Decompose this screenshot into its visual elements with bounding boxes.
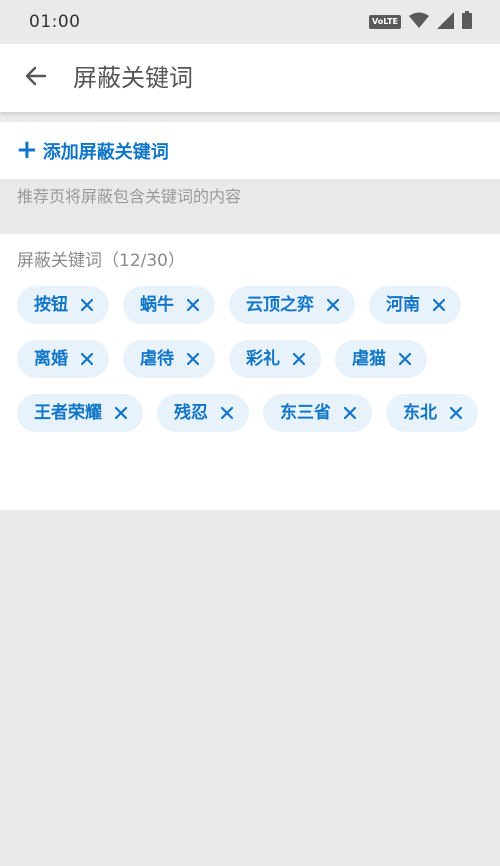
status-bar: 01:00 VoLTE <box>0 0 500 44</box>
close-icon <box>187 299 199 311</box>
page-title: 屏蔽关键词 <box>73 64 193 92</box>
keyword-chip: 虐待 <box>123 340 215 378</box>
keyword-chip: 王者荣耀 <box>17 394 143 432</box>
remove-keyword-button[interactable] <box>397 351 413 367</box>
keyword-chip: 东三省 <box>263 394 372 432</box>
remove-keyword-button[interactable] <box>325 297 341 313</box>
keyword-chip: 蜗牛 <box>123 286 215 324</box>
keyword-label: 云顶之弈 <box>246 295 314 315</box>
close-icon <box>293 353 305 365</box>
status-time: 01:00 <box>29 12 81 32</box>
remove-keyword-button[interactable] <box>342 405 358 421</box>
keyword-row: 王者荣耀 残忍 东三省 东北 <box>17 394 478 432</box>
remove-keyword-button[interactable] <box>113 405 129 421</box>
remove-keyword-button[interactable] <box>448 405 464 421</box>
close-icon <box>187 353 199 365</box>
keyword-label: 彩礼 <box>246 349 280 369</box>
add-keyword-section: + 添加屏蔽关键词 <box>0 122 500 179</box>
remove-keyword-button[interactable] <box>79 351 95 367</box>
keyword-chip: 东北 <box>386 394 478 432</box>
keyword-label: 河南 <box>386 295 420 315</box>
keyword-chip: 河南 <box>369 286 461 324</box>
keyword-label: 蜗牛 <box>140 295 174 315</box>
keyword-chip: 彩礼 <box>229 340 321 378</box>
keyword-label: 虐待 <box>140 349 174 369</box>
keyword-row: 按钮 蜗牛 云顶之弈 河南 <box>17 286 461 324</box>
close-icon <box>327 299 339 311</box>
close-icon <box>450 407 462 419</box>
hint-text: 推荐页将屏蔽包含关键词的内容 <box>17 187 242 206</box>
remove-keyword-button[interactable] <box>185 297 201 313</box>
close-icon <box>81 299 93 311</box>
close-icon <box>221 407 233 419</box>
close-icon <box>433 299 445 311</box>
keyword-row: 离婚 虐待 彩礼 虐猫 <box>17 340 427 378</box>
signal-icon <box>437 11 454 33</box>
wifi-icon <box>409 12 429 32</box>
keyword-chip: 虐猫 <box>335 340 427 378</box>
remove-keyword-button[interactable] <box>291 351 307 367</box>
status-icons: VoLTE <box>369 11 472 33</box>
keyword-label: 东北 <box>403 403 437 423</box>
plus-icon: + <box>16 135 38 165</box>
keyword-label: 按钮 <box>34 295 68 315</box>
close-icon <box>115 407 127 419</box>
remove-keyword-button[interactable] <box>219 405 235 421</box>
volte-badge: VoLTE <box>369 15 401 29</box>
keyword-chip: 残忍 <box>157 394 249 432</box>
battery-icon <box>462 11 472 33</box>
remove-keyword-button[interactable] <box>79 297 95 313</box>
keyword-chip: 离婚 <box>17 340 109 378</box>
app-bar: 屏蔽关键词 <box>0 44 500 112</box>
back-button[interactable] <box>16 58 56 98</box>
keyword-label: 虐猫 <box>352 349 386 369</box>
close-icon <box>81 353 93 365</box>
close-icon <box>344 407 356 419</box>
keyword-list-header: 屏蔽关键词（12/30） <box>17 251 185 271</box>
close-icon <box>399 353 411 365</box>
keyword-chip: 按钮 <box>17 286 109 324</box>
keyword-label: 王者荣耀 <box>34 403 102 423</box>
remove-keyword-button[interactable] <box>431 297 447 313</box>
keyword-label: 残忍 <box>174 403 208 423</box>
keyword-label: 离婚 <box>34 349 68 369</box>
remove-keyword-button[interactable] <box>185 351 201 367</box>
keyword-chip: 云顶之弈 <box>229 286 355 324</box>
add-keyword-button[interactable]: + 添加屏蔽关键词 <box>16 137 169 165</box>
add-keyword-label: 添加屏蔽关键词 <box>42 142 169 163</box>
arrow-left-icon <box>25 65 47 91</box>
keyword-list-card: 屏蔽关键词（12/30） 按钮 蜗牛 云顶之弈 河南 离婚 虐待 彩礼 虐猫 王… <box>0 234 500 510</box>
keyword-label: 东三省 <box>280 403 331 423</box>
